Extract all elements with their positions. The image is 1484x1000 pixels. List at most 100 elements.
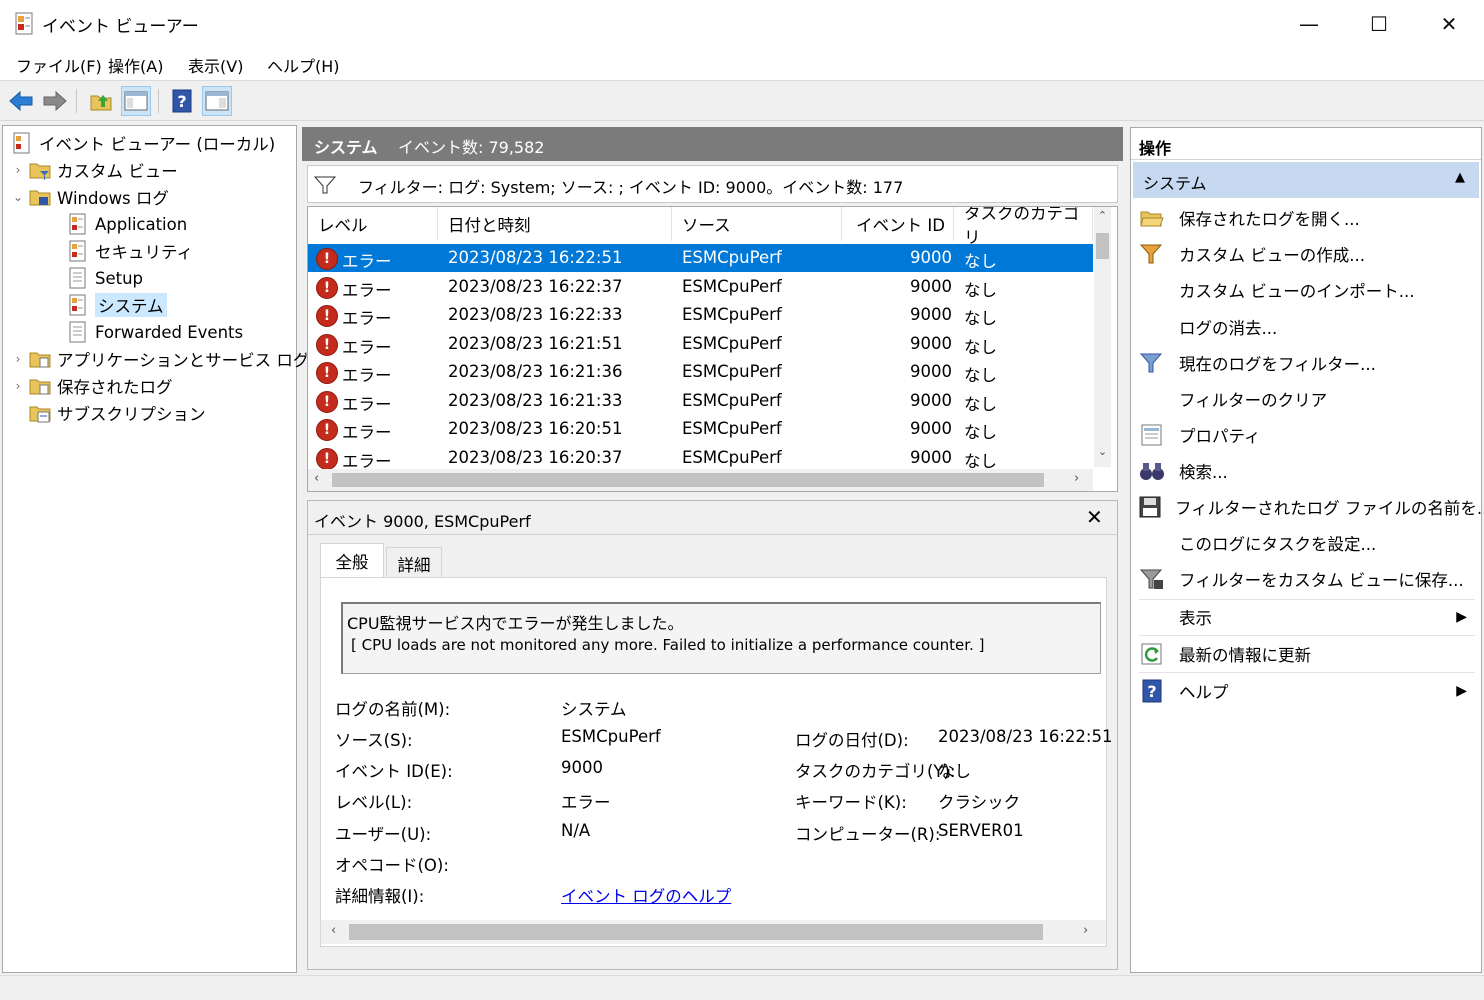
detail-horizontal-scrollbar[interactable]: ‹ › [321,920,1106,944]
vertical-scrollbar[interactable]: ⌃ ⌄ [1094,207,1111,467]
table-row[interactable]: ! エラー 2023/08/23 16:22:51 ESMCpuPerf 900… [308,244,1093,272]
tree-setup[interactable]: Setup [67,265,143,291]
scroll-left-icon[interactable]: ‹ [314,471,319,486]
cell-source: ESMCpuPerf [682,277,782,296]
tree-app-service-logs[interactable]: › アプリケーションとサービス ログ [11,346,310,372]
action-find[interactable]: 検索... [1139,454,1475,488]
menu-help[interactable]: ヘルプ(H) [267,53,340,77]
close-button[interactable]: ✕ [1414,0,1484,47]
scroll-left-icon[interactable]: ‹ [331,923,336,938]
tree-forwarded-events[interactable]: Forwarded Events [67,319,243,345]
column-event-id[interactable]: イベント ID [842,207,954,241]
action-save-filtered-log[interactable]: フィルターされたログ ファイルの名前を... [1139,490,1484,524]
scrollbar-thumb[interactable] [349,924,1043,940]
expand-icon[interactable]: › [11,163,25,177]
column-level[interactable]: レベル [308,207,438,241]
up-folder-button[interactable] [86,86,116,116]
collapse-up-icon[interactable]: ▲ [1455,170,1465,185]
collapse-icon[interactable]: ⌄ [11,190,25,204]
scrollbar-thumb[interactable] [1096,233,1109,259]
expand-icon[interactable]: › [11,379,25,393]
table-row[interactable]: ! エラー 2023/08/23 16:20:51 ESMCpuPerf 900… [308,415,1093,443]
column-source[interactable]: ソース [672,207,842,241]
cell-category: なし [964,366,997,385]
show-action-pane-button[interactable] [202,86,232,116]
back-button[interactable] [6,86,36,116]
cell-source: ESMCpuPerf [682,362,782,381]
action-clear-filter[interactable]: フィルターのクリア [1139,382,1475,416]
maximize-icon: ☐ [1370,11,1388,36]
close-icon: ✕ [1440,11,1458,36]
section-title: システム [1143,174,1207,193]
forward-button[interactable] [40,86,70,116]
show-tree-button[interactable] [121,86,151,116]
scroll-down-icon[interactable]: ⌄ [1094,445,1111,463]
scroll-right-icon[interactable]: › [1083,923,1088,938]
tree-saved-logs[interactable]: › 保存されたログ [11,373,173,399]
cell-datetime: 2023/08/23 16:22:51 [448,248,623,267]
column-datetime[interactable]: 日付と時刻 [438,207,672,241]
action-label: フィルターのクリア [1179,391,1328,410]
error-icon: ! [316,248,338,270]
action-create-custom-view[interactable]: カスタム ビューの作成... [1139,237,1475,271]
action-label: ログの消去... [1179,319,1278,338]
event-log-help-link[interactable]: イベント ログのヘルプ [561,883,731,907]
expand-icon[interactable]: › [11,352,25,366]
table-row[interactable]: ! エラー 2023/08/23 16:20:37 ESMCpuPerf 900… [308,444,1093,472]
table-row[interactable]: ! エラー 2023/08/23 16:21:33 ESMCpuPerf 900… [308,387,1093,415]
table-row[interactable]: ! エラー 2023/08/23 16:22:37 ESMCpuPerf 900… [308,273,1093,301]
action-properties[interactable]: プロパティ [1139,418,1475,452]
tree-system[interactable]: システム [67,292,167,318]
tree-subscriptions[interactable]: サブスクリプション [29,400,206,426]
table-row[interactable]: ! エラー 2023/08/23 16:22:33 ESMCpuPerf 900… [308,301,1093,329]
event-message-box[interactable]: CPU監視サービス内でエラーが発生しました。 [ CPU loads are n… [341,602,1101,674]
tree-windows-logs[interactable]: ⌄ Windows ログ [11,184,169,210]
action-filter-current-log[interactable]: 現在のログをフィルター... [1139,346,1475,380]
tab-general[interactable]: 全般 [320,543,384,578]
cell-source: ESMCpuPerf [682,305,782,324]
cell-event-id: 9000 [910,362,952,381]
action-save-filter-custom-view[interactable]: フィルターをカスタム ビューに保存... [1139,562,1475,596]
tree-root[interactable]: イベント ビューアー (ローカル) [11,130,275,156]
menu-view[interactable]: 表示(V) [188,53,243,77]
action-open-saved-log[interactable]: 保存されたログを開く... [1139,201,1475,235]
tree-security-label: セキュリティ [95,243,194,262]
action-help[interactable]: ? ヘルプ ▶ [1139,674,1475,708]
column-task-category[interactable]: タスクのカテゴリ [954,207,1093,247]
cell-category: なし [964,338,997,357]
section-header-system[interactable]: システム ▲ [1133,162,1479,198]
action-attach-task[interactable]: このログにタスクを設定... [1139,526,1475,560]
cell-source: ESMCpuPerf [682,248,782,267]
menu-file[interactable]: ファイル(F) [16,53,102,77]
action-clear-log[interactable]: ログの消去... [1139,310,1475,344]
cell-level: エラー [342,366,392,385]
tree-security[interactable]: セキュリティ [67,238,193,264]
tab-details[interactable]: 詳細 [386,547,442,579]
action-view[interactable]: 表示 ▶ [1139,600,1475,634]
tree-application[interactable]: Application [67,211,187,237]
horizontal-scrollbar[interactable]: ‹ › [308,469,1093,491]
scroll-up-icon[interactable]: ⌃ [1094,209,1111,227]
task-category-label: タスクのカテゴリ(Y): [795,762,956,781]
folder-windows-icon [29,186,51,208]
cell-event-id: 9000 [910,419,952,438]
general-tab-panel: CPU監視サービス内でエラーが発生しました。 [ CPU loads are n… [320,577,1112,947]
error-icon: ! [316,419,338,441]
tree-system-label: システム [95,293,167,317]
action-label: フィルターされたログ ファイルの名前を... [1175,499,1484,518]
cell-datetime: 2023/08/23 16:22:37 [448,277,623,296]
table-row[interactable]: ! エラー 2023/08/23 16:21:36 ESMCpuPerf 900… [308,358,1093,386]
event-list: レベル 日付と時刻 ソース イベント ID タスクのカテゴリ ! エラー 202… [307,206,1118,492]
table-row[interactable]: ! エラー 2023/08/23 16:21:51 ESMCpuPerf 900… [308,330,1093,358]
menu-action[interactable]: 操作(A) [108,53,163,77]
action-refresh[interactable]: 最新の情報に更新 [1139,637,1475,671]
minimize-button[interactable]: — [1274,0,1344,47]
help-button[interactable]: ? [167,86,197,116]
action-import-custom-view[interactable]: カスタム ビューのインポート... [1139,273,1475,307]
scrollbar-thumb[interactable] [332,473,1044,487]
tree-custom-views[interactable]: › カスタム ビュー [11,157,178,183]
scroll-right-icon[interactable]: › [1074,471,1079,486]
close-detail-icon[interactable]: ✕ [1086,505,1103,529]
subscription-icon [29,402,51,424]
maximize-button[interactable]: ☐ [1344,0,1414,47]
